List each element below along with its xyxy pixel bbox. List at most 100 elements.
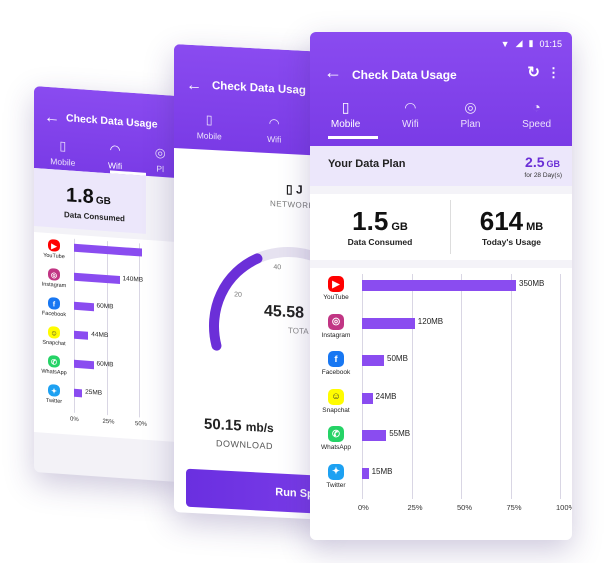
data-plan-period: for 28 Day(s) bbox=[524, 172, 562, 179]
youtube-icon: ▶ bbox=[328, 276, 344, 292]
app-row-snapchat[interactable]: ☺ Snapchat bbox=[38, 325, 70, 347]
more-options-icon[interactable]: ⋮ bbox=[547, 65, 560, 81]
tab-label: Mobile bbox=[196, 130, 222, 142]
usage-bar-label: 140MB bbox=[122, 275, 144, 284]
whatsapp-icon: ✆ bbox=[328, 426, 344, 442]
usage-bar bbox=[74, 243, 143, 257]
mid-appbar: ← Check Data Usag ▯ Mobile ◠ Wifi bbox=[174, 44, 324, 156]
tab-wifi[interactable]: ◠ Wifi bbox=[267, 113, 281, 144]
status-bar: ▼ ◢ ▮ 01:15 bbox=[501, 38, 562, 49]
instagram-icon: ◎ bbox=[48, 267, 60, 281]
app-row-twitter[interactable]: ✦ Twitter bbox=[38, 383, 70, 405]
axis-tick-label: 50% bbox=[457, 503, 473, 512]
tab-mobile[interactable]: ▯ Mobile bbox=[331, 98, 360, 131]
snapchat-icon: ☺ bbox=[48, 325, 60, 339]
consumed-card: 1.5 GB Data Consumed bbox=[310, 194, 450, 260]
cell-signal-icon: ◢ bbox=[515, 38, 523, 48]
refresh-icon[interactable]: ↻ bbox=[527, 63, 540, 81]
back-consumed-card: 1.8 GB Data Consumed bbox=[34, 168, 146, 234]
phone-icon: ▯ bbox=[59, 138, 67, 153]
tab-mobile[interactable]: ▯ Mobile bbox=[50, 135, 75, 168]
usage-bar bbox=[74, 301, 94, 312]
phone-icon: ▯ bbox=[205, 112, 213, 127]
tab-label: Mobile bbox=[50, 156, 76, 168]
tab-label: Pl bbox=[156, 163, 164, 175]
usage-bar bbox=[74, 272, 120, 284]
gauge-tick-label: 20 bbox=[234, 291, 242, 298]
tab-label: Speed bbox=[522, 119, 552, 130]
axis-tick-label: 100% bbox=[556, 503, 572, 512]
plan-icon: ◎ bbox=[154, 144, 166, 160]
phone-back: ← Check Data Usage ▯ Mobile ◠ Wifi ◎ Pl 1.8 GB… bbox=[34, 86, 182, 483]
tab-pl[interactable]: ◎ Pl bbox=[155, 142, 166, 174]
app-name: WhatsApp bbox=[321, 444, 351, 451]
back-appbar: ← Check Data Usage ▯ Mobile ◠ Wifi ◎ Pl bbox=[34, 86, 182, 179]
app-name: Twitter bbox=[45, 397, 63, 405]
app-row-instagram[interactable]: ◎ Instagram bbox=[38, 267, 70, 289]
grid-line bbox=[106, 241, 108, 416]
mid-total-value: 45.58 bbox=[264, 302, 305, 322]
app-name: Instagram bbox=[321, 331, 351, 339]
whatsapp-icon: ✆ bbox=[48, 354, 60, 368]
axis-tick-label: 50% bbox=[135, 421, 148, 428]
wifi-icon: ◠ bbox=[404, 98, 417, 115]
axis-tick-label: 25% bbox=[407, 503, 423, 512]
app-name: Facebook bbox=[41, 310, 67, 319]
front-title: Check Data Usage bbox=[352, 68, 457, 82]
app-name: Snapchat bbox=[322, 406, 350, 414]
axis-tick-label: 0% bbox=[358, 503, 369, 512]
app-name: Instagram bbox=[41, 281, 67, 290]
mid-back-arrow-icon[interactable]: ← bbox=[186, 77, 202, 96]
back-arrow-icon[interactable]: ← bbox=[44, 109, 60, 128]
grid-line bbox=[74, 238, 75, 413]
tab-wifi[interactable]: ◠ Wifi bbox=[108, 139, 122, 171]
tab-speed[interactable]: ◔ Speed bbox=[522, 98, 551, 130]
app-name: Snapchat bbox=[42, 339, 66, 348]
front-back-arrow-icon[interactable]: ← bbox=[324, 62, 342, 83]
usage-bar-label: 25MB bbox=[85, 388, 103, 397]
data-plan-row[interactable]: Your Data Plan 2.5 GB for 28 Day(s) bbox=[310, 146, 572, 186]
back-title: Check Data Usage bbox=[66, 112, 158, 131]
usage-bar-label: 60MB bbox=[96, 302, 114, 311]
app-row-facebook[interactable]: f Facebook bbox=[316, 351, 356, 376]
grid-line bbox=[411, 274, 413, 499]
run-speed-test-button[interactable]: Run Spee bbox=[186, 468, 324, 515]
usage-bar-label: 60MB bbox=[96, 360, 114, 369]
grid-line bbox=[510, 274, 512, 499]
app-name: YouTube bbox=[43, 252, 65, 261]
front-appbar: ▼ ◢ ▮ 01:15 ← Check Data Usage ↻ ⋮ ▯ Mobi… bbox=[310, 32, 572, 146]
tab-plan[interactable]: ◎ Plan bbox=[460, 98, 480, 131]
usage-bar-label: 350MB bbox=[519, 279, 545, 288]
tab-label: Wifi bbox=[402, 119, 419, 130]
app-row-instagram[interactable]: ◎ Instagram bbox=[316, 313, 356, 339]
tab-wifi[interactable]: ◠ Wifi bbox=[402, 98, 419, 131]
back-consumed-value: 1.8 bbox=[66, 184, 94, 209]
mid-network-prefix: J bbox=[295, 182, 303, 197]
app-row-whatsapp[interactable]: ✆ WhatsApp bbox=[316, 426, 356, 451]
app-row-whatsapp[interactable]: ✆ WhatsApp bbox=[38, 354, 70, 376]
gauge-tick-label: 40 bbox=[273, 264, 281, 271]
grid-line bbox=[139, 243, 140, 418]
usage-bar-label: 15MB bbox=[371, 466, 393, 476]
app-name: Twitter bbox=[326, 481, 346, 489]
consumed-label: Data Consumed bbox=[347, 237, 413, 247]
phone-front: ▼ ◢ ▮ 01:15 ← Check Data Usage ↻ ⋮ ▯ Mobi… bbox=[310, 32, 572, 540]
speed-gauge: 20 40 bbox=[209, 247, 324, 351]
app-row-snapchat[interactable]: ☺ Snapchat bbox=[316, 388, 356, 414]
mid-download-readout: 50.15 mb/s bbox=[204, 416, 274, 437]
today-label: Today's Usage bbox=[481, 237, 542, 247]
front-tab-indicator bbox=[328, 136, 378, 139]
gauge-fill bbox=[209, 253, 263, 351]
app-row-youtube[interactable]: ▶ YouTube bbox=[316, 276, 356, 301]
front-tabs: ▯ Mobile ◠ Wifi ◎ Plan ◔ Speed bbox=[310, 98, 572, 131]
usage-bar bbox=[74, 388, 83, 398]
usage-bar bbox=[362, 317, 415, 329]
app-row-youtube[interactable]: ▶ YouTube bbox=[38, 238, 70, 260]
axis-tick-label: 0% bbox=[70, 416, 79, 424]
mid-tabs: ▯ Mobile ◠ Wifi bbox=[174, 108, 304, 146]
usage-summary: 1.5 GB Data Consumed 614 MB Today's Usage bbox=[310, 194, 572, 260]
tab-mobile[interactable]: ▯ Mobile bbox=[197, 109, 222, 141]
battery-icon: ▮ bbox=[528, 38, 534, 48]
app-row-facebook[interactable]: f Facebook bbox=[38, 296, 70, 318]
app-row-twitter[interactable]: ✦ Twitter bbox=[316, 463, 356, 489]
